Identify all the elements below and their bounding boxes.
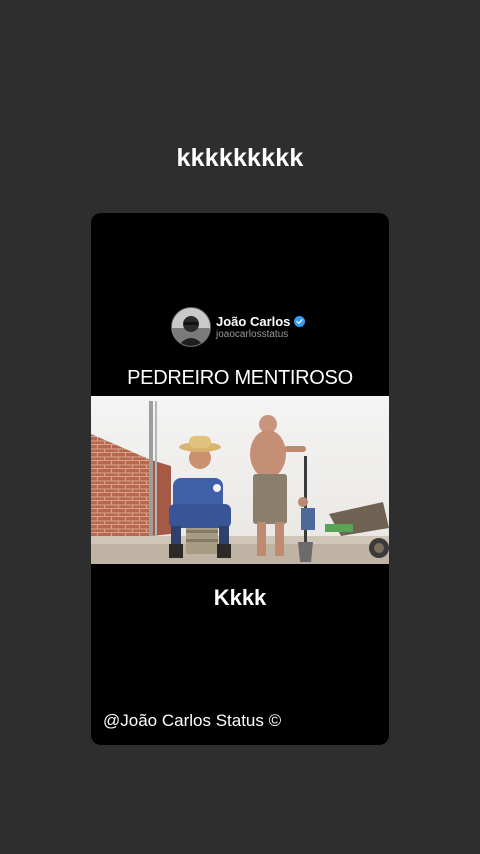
post-subcaption: Kkkk	[213, 585, 267, 610]
profile-handle: joaocarlosstatus	[216, 328, 289, 340]
profile-header[interactable]: João Carlos joaocarlosstatus	[171, 307, 306, 347]
profile-name[interactable]: João Carlos	[216, 314, 290, 329]
avatar[interactable]	[171, 307, 211, 347]
post-watermark: @João Carlos Status ©	[103, 711, 282, 730]
post-headline: PEDREIRO MENTIROSO	[127, 367, 353, 389]
post-card[interactable]: João Carlos joaocarlosstatus PEDREIRO ME…	[91, 213, 389, 745]
story-caption: kkkkkkkkk	[176, 144, 304, 172]
post-photo	[91, 396, 389, 564]
verified-badge-icon	[294, 316, 306, 327]
